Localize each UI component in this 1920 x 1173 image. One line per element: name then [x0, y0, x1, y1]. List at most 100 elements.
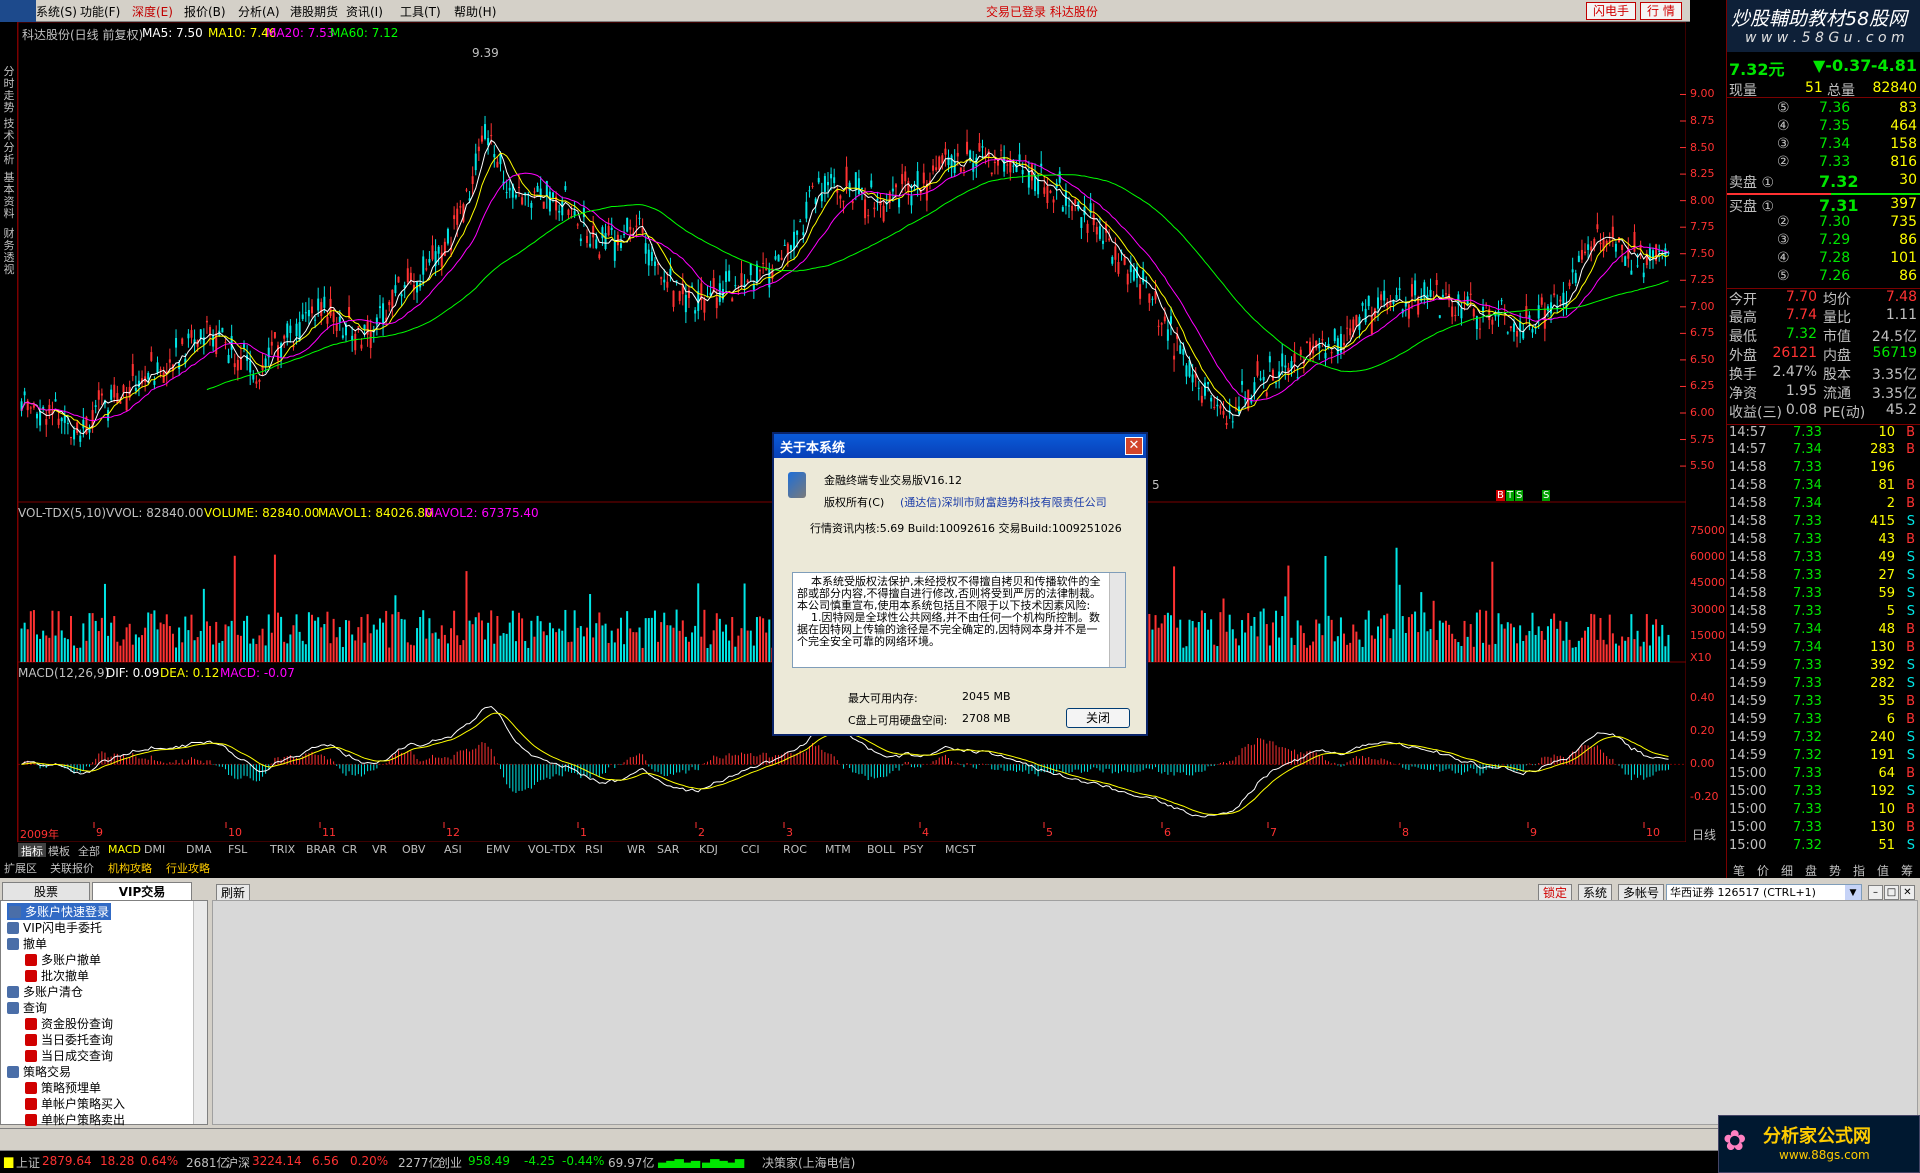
tree-node[interactable]: 当日成交查询	[25, 1047, 113, 1064]
tick-direction: S	[1906, 658, 1915, 673]
close-icon[interactable]: ✕	[1900, 885, 1915, 900]
minimize-icon[interactable]: –	[1868, 885, 1883, 900]
tick-volume: 240	[1870, 730, 1895, 745]
tick-direction: S	[1906, 514, 1915, 529]
tree-node[interactable]: VIP闪电手委托	[7, 919, 102, 936]
tick-direction: S	[1906, 784, 1915, 799]
indicator-tab[interactable]: ROC	[783, 843, 807, 857]
close-button[interactable]: 关闭	[1066, 708, 1130, 728]
vtab-intraday[interactable]: 分时走势	[2, 66, 16, 114]
tick-row: 15:00 7.33 192 S	[1727, 784, 1920, 802]
tree-node-label: 批次撤单	[41, 969, 90, 983]
tree-node[interactable]: 多账户撤单	[25, 951, 101, 968]
tree-node[interactable]: 策略预埋单	[25, 1079, 101, 1096]
price-tick: 7.50	[1690, 246, 1715, 260]
tree-node[interactable]: 资金股份查询	[25, 1015, 113, 1032]
logo-url: w w w . 5 8 G u . c o m	[1745, 30, 1905, 46]
vtab-technical[interactable]: 技术分析	[2, 118, 16, 166]
menu-hk-futures[interactable]: 港股期货	[290, 3, 338, 20]
indicator-tab[interactable]: CCI	[741, 843, 760, 857]
indicator-tab[interactable]: VR	[372, 843, 387, 857]
menu-tools[interactable]: 工具(T)	[400, 3, 441, 20]
tick-row: 14:59 7.34 48 B	[1727, 622, 1920, 640]
indicator-tab[interactable]: BOLL	[867, 843, 895, 857]
tree-node[interactable]: 当日委托查询	[25, 1031, 113, 1048]
indicator-tab[interactable]: 指标	[18, 843, 46, 858]
quote-tab[interactable]: 笔	[1733, 862, 1745, 879]
menu-system[interactable]: 系统(S)	[36, 3, 77, 20]
dialog-close-icon[interactable]: ✕	[1125, 437, 1143, 455]
quote-tab[interactable]: 筹	[1901, 862, 1913, 879]
restore-icon[interactable]: □	[1884, 885, 1899, 900]
tick-direction: B	[1906, 425, 1915, 440]
sell-volume: 816	[1890, 154, 1917, 170]
sh-icon: ▆	[4, 1154, 14, 1168]
sell-price: 7.36	[1819, 100, 1851, 116]
indicator-tab[interactable]: VOL-TDX	[528, 843, 576, 857]
folder-icon	[7, 922, 19, 934]
indicator-tab[interactable]: TRIX	[270, 843, 295, 857]
stat-row: 今开 7.70 均价 7.48	[1727, 288, 1920, 308]
extension-tab[interactable]: 机构攻略	[108, 860, 152, 876]
quote-tab[interactable]: 盘	[1805, 862, 1817, 879]
chevron-down-icon[interactable]: ▼	[1845, 885, 1861, 901]
indicator-tab[interactable]: FSL	[228, 843, 247, 857]
tree-node[interactable]: 撤单	[7, 935, 47, 952]
extension-tab[interactable]: 关联报价	[50, 860, 94, 876]
license-textarea[interactable]: 本系统受版权法保护,未经授权不得擅自拷贝和传播软件的全部或部分内容,不得擅自进行…	[792, 572, 1126, 668]
volume-tick: 30000	[1690, 602, 1725, 616]
license-scrollbar[interactable]	[1109, 573, 1125, 667]
vtab-finance[interactable]: 财务透视	[2, 228, 16, 276]
tree-node-label: 单帐户策略买入	[41, 1097, 126, 1111]
menu-news[interactable]: 资讯(I)	[346, 3, 383, 20]
indicator-tab[interactable]: ASI	[444, 843, 462, 857]
indicator-tab[interactable]: DMA	[186, 843, 212, 857]
tree-node[interactable]: 多账户快速登录	[7, 903, 112, 920]
tree-node[interactable]: 批次撤单	[25, 967, 89, 984]
dialog-title: 关于本系统	[774, 434, 1146, 458]
indicator-tab[interactable]: RSI	[585, 843, 603, 857]
quote-tab[interactable]: 细	[1781, 862, 1793, 879]
quote-tab[interactable]: 势	[1829, 862, 1841, 879]
quote-tab[interactable]: 指	[1853, 862, 1865, 879]
price-tick: 6.00	[1690, 405, 1715, 419]
indicator-tab[interactable]: MTM	[825, 843, 851, 857]
tab-vip-trade[interactable]: VIP交易	[92, 882, 192, 902]
extension-tab[interactable]: 扩展区	[4, 860, 37, 876]
indicator-tab[interactable]: 全部	[78, 843, 100, 858]
tree-scrollbar[interactable]	[193, 901, 207, 1124]
indicator-tab[interactable]: MACD	[108, 843, 141, 857]
vtab-fundamental[interactable]: 基本资料	[2, 172, 16, 220]
tree-node[interactable]: 单帐户策略卖出	[25, 1111, 125, 1128]
current-price: 7.32元	[1729, 60, 1785, 79]
menu-function[interactable]: 功能(F)	[80, 3, 120, 20]
indicator-tab[interactable]: BRAR	[306, 843, 336, 857]
tab-stock[interactable]: 股票	[2, 882, 90, 902]
indicator-tab[interactable]: OBV	[402, 843, 425, 857]
indicator-tab[interactable]: MCST	[945, 843, 976, 857]
tree-node[interactable]: 查询	[7, 999, 47, 1016]
tree-node[interactable]: 单帐户策略买入	[25, 1095, 125, 1112]
copyright-holder-link[interactable]: (通达信)深圳市财富趋势科技有限责任公司	[900, 494, 1107, 510]
quote-tab[interactable]: 价	[1757, 862, 1769, 879]
menu-depth[interactable]: 深度(E)	[132, 3, 173, 20]
quote-tab[interactable]: 值	[1877, 862, 1889, 879]
indicator-tab[interactable]: SAR	[657, 843, 679, 857]
tick-row: 14:58 7.34 2 B	[1727, 496, 1920, 514]
quote-button[interactable]: 行 情	[1640, 2, 1682, 20]
menu-help[interactable]: 帮助(H)	[454, 3, 496, 20]
tree-node[interactable]: 策略交易	[7, 1063, 71, 1080]
indicator-tab[interactable]: EMV	[486, 843, 510, 857]
indicator-tab[interactable]: PSY	[903, 843, 923, 857]
menu-quote[interactable]: 报价(B)	[184, 3, 226, 20]
indicator-tab[interactable]: WR	[627, 843, 646, 857]
indicator-tab[interactable]: CR	[342, 843, 357, 857]
flash-trade-button[interactable]: 闪电手	[1586, 2, 1637, 20]
indicator-tab[interactable]: 模板	[48, 843, 70, 858]
bts-marker: S	[1515, 490, 1524, 501]
indicator-tab[interactable]: DMI	[144, 843, 165, 857]
tree-node[interactable]: 多账户清仓	[7, 983, 83, 1000]
indicator-tab[interactable]: KDJ	[699, 843, 718, 857]
extension-tab[interactable]: 行业攻略	[166, 860, 210, 876]
menu-analysis[interactable]: 分析(A)	[238, 3, 280, 20]
